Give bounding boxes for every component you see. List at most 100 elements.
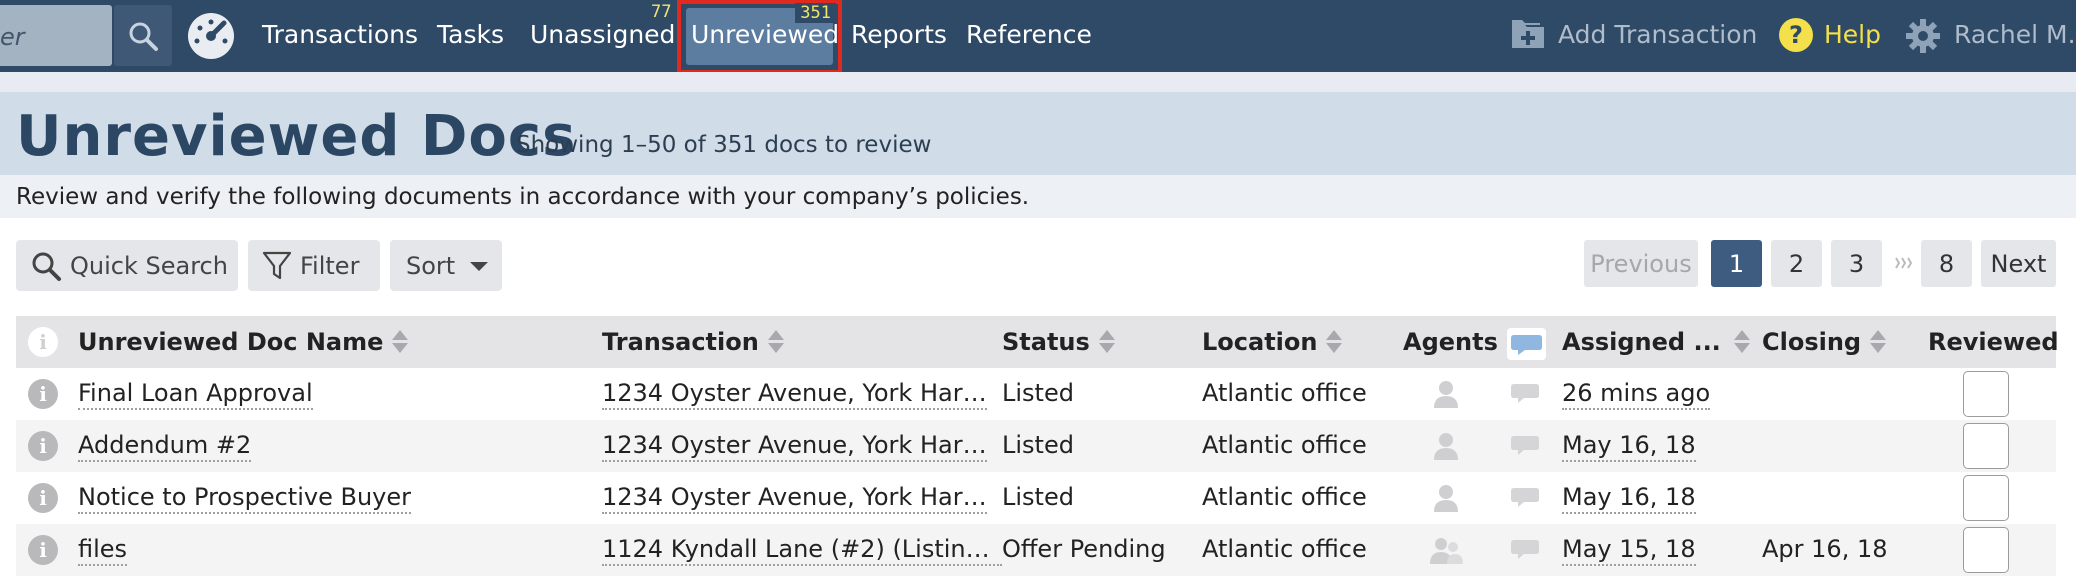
sort-arrows-icon[interactable] [1098,328,1115,356]
column-header-assigned[interactable]: Assigned ... [1562,328,1750,356]
comment-bubble-icon[interactable] [1509,484,1541,512]
pagination-previous[interactable]: Previous [1584,240,1698,287]
doc-name-link[interactable]: Final Loan Approval [78,379,313,410]
sort-arrows-icon[interactable] [1869,328,1887,356]
status-text: Listed [1002,483,1074,511]
info-icon[interactable]: i [28,535,58,565]
info-icon[interactable]: i [28,483,58,513]
transaction-link[interactable]: 1234 Oyster Avenue, York Har… [602,483,987,514]
multiple-agents-icon[interactable] [1427,535,1465,565]
assigned-date: May 16, 18 [1562,483,1696,514]
pagination-page-1[interactable]: 1 [1711,240,1762,287]
reviewed-checkbox[interactable] [1963,475,2009,521]
doc-name-link[interactable]: Notice to Prospective Buyer [78,483,411,514]
pagination-page-2[interactable]: 2 [1771,240,1822,287]
table-row: i Final Loan Approval 1234 Oyster Avenue… [16,368,2056,420]
transaction-link[interactable]: 1124 Kyndall Lane (#2) (Listing… [602,535,1002,566]
column-header-agents: Agents [1403,328,1498,356]
sort-arrows-icon[interactable] [1733,328,1750,356]
column-header-closing[interactable]: Closing [1762,328,1887,356]
info-header-icon: i [28,327,58,357]
page-description: Review and verify the following document… [16,184,1030,210]
add-folder-icon[interactable] [1510,16,1546,52]
column-header-status[interactable]: Status [1002,328,1115,356]
transaction-link[interactable]: 1234 Oyster Avenue, York Har… [602,431,987,462]
location-text: Atlantic office [1202,379,1367,407]
status-text: Listed [1002,431,1074,459]
column-header-location[interactable]: Location [1202,328,1343,356]
comment-bubble-icon[interactable] [1509,432,1541,460]
reviewed-checkbox[interactable] [1963,423,2009,469]
column-header-location-label: Location [1202,328,1318,356]
column-header-transaction[interactable]: Transaction [602,328,784,356]
table-row: i Notice to Prospective Buyer 1234 Oyste… [16,472,2056,524]
column-header-closing-label: Closing [1762,328,1862,356]
column-header-status-label: Status [1002,328,1090,356]
nav-unreviewed-highlight: Unreviewed 351 [677,0,842,74]
sort-label: Sort [406,251,456,280]
ellipsis-icon [1895,257,1913,269]
doc-name-link[interactable]: Addendum #2 [78,431,252,462]
info-icon[interactable]: i [28,379,58,409]
quick-search-button[interactable]: Quick Search [16,240,238,291]
unassigned-count-badge: 77 [651,2,672,22]
search-icon [129,22,158,51]
nav-unreviewed-label: Unreviewed [691,20,840,49]
page-subtitle: Showing 1–50 of 351 docs to review [516,132,932,158]
search-icon [32,252,61,281]
table-row: i Addendum #2 1234 Oyster Avenue, York H… [16,420,2056,472]
comment-bubble-icon[interactable] [1509,380,1541,408]
assigned-date: May 16, 18 [1562,431,1696,462]
closing-date: Apr 16, 18 [1762,535,1888,563]
info-icon[interactable]: i [28,431,58,461]
status-text: Offer Pending [1002,535,1166,563]
sort-arrows-icon[interactable] [391,328,409,356]
nav-transactions[interactable]: Transactions [262,20,418,49]
table-row: i files 1124 Kyndall Lane (#2) (Listing…… [16,524,2056,576]
nav-reference[interactable]: Reference [966,20,1092,49]
gear-icon[interactable] [1905,18,1941,54]
unreviewed-count-badge: 351 [795,3,836,23]
column-header-doc-name[interactable]: Unreviewed Doc Name [78,328,409,356]
dashboard-gauge-icon[interactable] [186,11,236,61]
quick-search-label: Quick Search [70,251,228,280]
header-stripe [0,72,2076,92]
assigned-date: May 15, 18 [1562,535,1696,566]
location-text: Atlantic office [1202,483,1367,511]
search-button[interactable] [114,5,172,66]
top-nav: er Transactions Tasks Unassigned 77 Unre… [0,0,2076,74]
agent-person-icon[interactable] [1431,483,1461,513]
nav-unassigned[interactable]: Unassigned [530,20,675,49]
pagination-next[interactable]: Next [1981,240,2056,287]
column-header-transaction-label: Transaction [602,328,759,356]
reviewed-checkbox[interactable] [1963,527,2009,573]
comment-bubble-icon[interactable] [1509,536,1541,564]
column-header-assigned-label: Assigned ... [1562,328,1721,356]
global-search-input[interactable]: er [0,5,112,66]
location-text: Atlantic office [1202,431,1367,459]
sort-arrows-icon[interactable] [767,328,784,356]
global-search-text: er [0,23,25,51]
pagination-page-8[interactable]: 8 [1921,240,1972,287]
help-link[interactable]: Help [1824,20,1881,49]
user-menu[interactable]: Rachel M. [1954,20,2076,49]
add-transaction-link[interactable]: Add Transaction [1558,20,1757,49]
agent-person-icon[interactable] [1431,431,1461,461]
pagination-page-3[interactable]: 3 [1831,240,1882,287]
nav-reports[interactable]: Reports [851,20,947,49]
agent-person-icon[interactable] [1431,379,1461,409]
column-header-reviewed: Reviewed [1928,328,2059,356]
comment-bubble-icon [1511,335,1542,355]
doc-name-link[interactable]: files [78,535,128,566]
filter-label: Filter [300,251,360,280]
transaction-link[interactable]: 1234 Oyster Avenue, York Har… [602,379,987,410]
help-icon[interactable]: ? [1778,17,1814,53]
nav-tasks[interactable]: Tasks [437,20,504,49]
assigned-date: 26 mins ago [1562,379,1711,410]
sort-arrows-icon[interactable] [1325,328,1343,356]
comments-column-header[interactable] [1507,328,1546,360]
reviewed-checkbox[interactable] [1963,371,2009,417]
filter-button[interactable]: Filter [248,240,380,291]
sort-dropdown[interactable]: Sort [390,240,502,291]
page-title: Unreviewed Docs [16,104,577,169]
